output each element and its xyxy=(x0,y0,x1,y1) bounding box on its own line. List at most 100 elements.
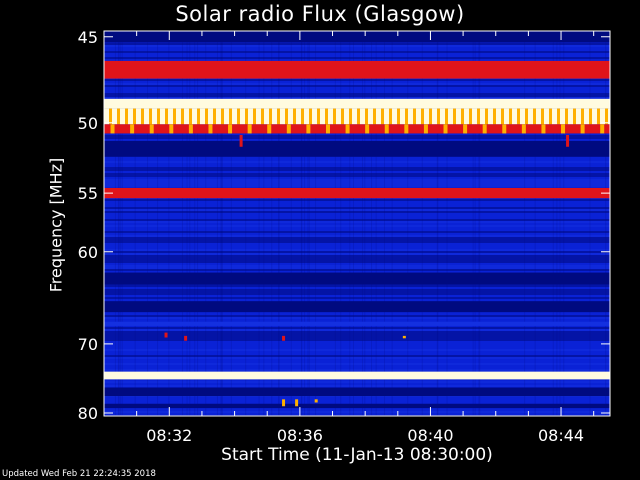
noise-row xyxy=(104,355,610,357)
noise-row xyxy=(104,161,610,163)
noise-column xyxy=(147,31,149,416)
band-speckle xyxy=(286,124,291,134)
noise-column xyxy=(421,31,423,416)
noise-column xyxy=(197,31,199,416)
band-speckle xyxy=(130,124,135,134)
noise-row xyxy=(104,173,610,175)
noise-row xyxy=(104,251,610,253)
noise-row xyxy=(104,185,610,187)
noise-column xyxy=(552,31,554,416)
burst-mark xyxy=(164,332,168,338)
band-cream_striped xyxy=(104,108,610,125)
noise-row xyxy=(104,317,610,319)
band-speckle xyxy=(521,124,526,134)
noise-column xyxy=(168,31,170,416)
noise-row xyxy=(104,249,610,251)
noise-row xyxy=(104,333,610,335)
band-dark xyxy=(104,301,610,313)
noise-column xyxy=(334,31,336,416)
noise-column xyxy=(605,31,607,416)
noise-column xyxy=(479,31,481,416)
band-speckle xyxy=(149,124,154,134)
noise-row xyxy=(104,231,610,233)
noise-row xyxy=(104,289,610,291)
band-speckle xyxy=(247,124,252,134)
noise-column xyxy=(589,31,591,416)
noise-column xyxy=(245,31,247,416)
noise-column xyxy=(278,31,280,416)
band-speckle xyxy=(325,124,330,134)
noise-column xyxy=(375,31,377,416)
noise-column xyxy=(194,31,196,416)
noise-column xyxy=(472,31,474,416)
noise-row xyxy=(104,363,610,365)
noise-row xyxy=(104,331,610,333)
y-tick-label: 70 xyxy=(78,335,98,354)
band-speckle xyxy=(169,124,174,134)
noise-row xyxy=(104,45,610,47)
noise-row xyxy=(104,219,610,221)
band-medium xyxy=(104,321,610,326)
band-speckle xyxy=(384,124,389,134)
noise-row xyxy=(104,183,610,185)
band-cream xyxy=(104,98,610,109)
noise-column xyxy=(114,31,116,416)
noise-row xyxy=(104,207,610,209)
noise-column xyxy=(258,31,260,416)
band-red_orange xyxy=(104,124,610,134)
y-tick-label: 50 xyxy=(78,114,98,133)
noise-column xyxy=(134,31,136,416)
burst-mark xyxy=(295,399,299,407)
noise-row xyxy=(104,315,610,317)
burst-mark xyxy=(314,399,318,403)
noise-row xyxy=(104,167,610,169)
band-dark xyxy=(104,140,610,157)
noise-column xyxy=(559,31,561,416)
band-speckle xyxy=(345,124,350,134)
noise-row xyxy=(104,57,610,59)
noise-row xyxy=(104,51,610,53)
noise-row xyxy=(104,93,610,95)
plot-area xyxy=(104,31,610,416)
burst-mark xyxy=(566,134,570,147)
noise-column xyxy=(216,31,218,416)
noise-row xyxy=(104,43,610,45)
burst-mark xyxy=(239,134,243,147)
band-speckle xyxy=(404,124,409,134)
noise-row xyxy=(104,267,610,269)
noise-column xyxy=(524,31,526,416)
band-speckle xyxy=(306,124,311,134)
noise-row xyxy=(104,411,610,413)
band-red xyxy=(104,187,610,199)
noise-row xyxy=(104,285,610,287)
noise-column xyxy=(362,31,364,416)
x-tick-label: 08:44 xyxy=(538,426,584,445)
band-dark xyxy=(104,272,610,285)
noise-column xyxy=(157,31,159,416)
noise-column xyxy=(534,31,536,416)
band-dark xyxy=(104,403,610,409)
noise-row xyxy=(104,293,610,295)
noise-column xyxy=(120,31,122,416)
band-speckle xyxy=(423,124,428,134)
noise-row xyxy=(104,135,610,137)
band-speckle xyxy=(541,124,546,134)
noise-row xyxy=(104,79,610,81)
noise-column xyxy=(189,31,191,416)
noise-row xyxy=(104,239,610,241)
y-tick-label: 80 xyxy=(78,404,98,423)
noise-column xyxy=(474,31,476,416)
noise-row xyxy=(104,97,610,99)
noise-row xyxy=(104,179,610,181)
noise-row xyxy=(104,261,610,263)
band-speckle xyxy=(443,124,448,134)
noise-column xyxy=(221,31,223,416)
noise-column xyxy=(315,31,317,416)
noise-row xyxy=(104,369,610,371)
band-speckle xyxy=(188,124,193,134)
noise-row xyxy=(104,329,610,331)
x-tick-label: 08:40 xyxy=(407,426,453,445)
noise-row xyxy=(104,169,610,171)
y-tick-label: 60 xyxy=(78,243,98,262)
burst-mark xyxy=(184,335,188,341)
